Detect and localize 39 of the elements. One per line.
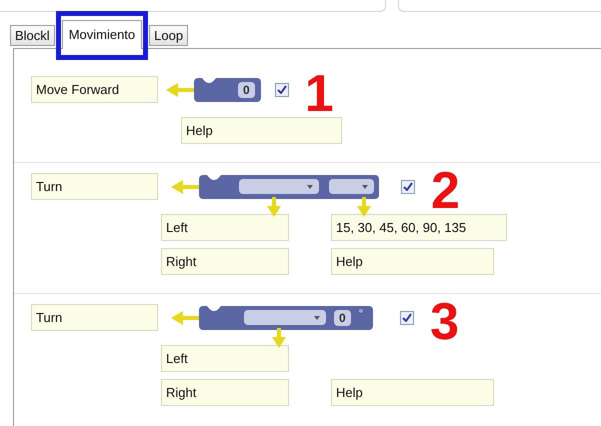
step-number: 1 xyxy=(304,68,334,120)
notch-icon xyxy=(207,174,221,182)
text-field[interactable]: 15, 30, 45, 60, 90, 135 xyxy=(331,214,508,241)
check-icon xyxy=(402,313,412,322)
check-icon xyxy=(276,85,287,94)
notch-icon xyxy=(202,78,216,86)
notch-icon xyxy=(207,306,221,314)
text-field[interactable]: Help xyxy=(331,379,494,406)
text-field[interactable]: Turn xyxy=(31,304,158,331)
arrow-left-icon xyxy=(166,82,196,96)
caret-icon xyxy=(314,316,320,320)
text-field[interactable]: Help xyxy=(181,117,342,144)
check-icon xyxy=(403,182,413,191)
tab[interactable]: Blockl xyxy=(10,25,55,46)
tab[interactable]: Movimiento xyxy=(62,20,142,49)
checkbox[interactable] xyxy=(274,82,289,96)
code-block[interactable]: 0 xyxy=(194,78,261,102)
step-number: 2 xyxy=(431,164,460,216)
checkbox[interactable] xyxy=(401,180,415,194)
arrow-down-icon xyxy=(357,197,371,217)
checkbox[interactable] xyxy=(400,310,414,324)
arrow-left-icon xyxy=(171,180,201,194)
arrow-down-icon xyxy=(272,328,286,348)
text-field[interactable]: Turn xyxy=(31,173,158,200)
caret-icon xyxy=(307,184,313,188)
step-number: 3 xyxy=(430,296,460,348)
text-field[interactable]: Help xyxy=(331,248,494,275)
tab[interactable]: Loop xyxy=(149,25,188,46)
caret-icon xyxy=(362,184,368,188)
text-field[interactable]: Right xyxy=(161,248,289,275)
text-field[interactable]: Left xyxy=(161,214,289,241)
number-field[interactable]: 0 xyxy=(238,82,255,98)
text-field[interactable]: Left xyxy=(161,345,289,372)
degree-sign: ° xyxy=(358,307,364,322)
text-field[interactable]: Right xyxy=(161,379,289,406)
number-field[interactable]: 0 xyxy=(334,310,351,326)
arrow-down-icon xyxy=(267,197,281,217)
text-field[interactable]: Move Forward xyxy=(31,76,158,103)
arrow-left-icon xyxy=(171,310,201,324)
